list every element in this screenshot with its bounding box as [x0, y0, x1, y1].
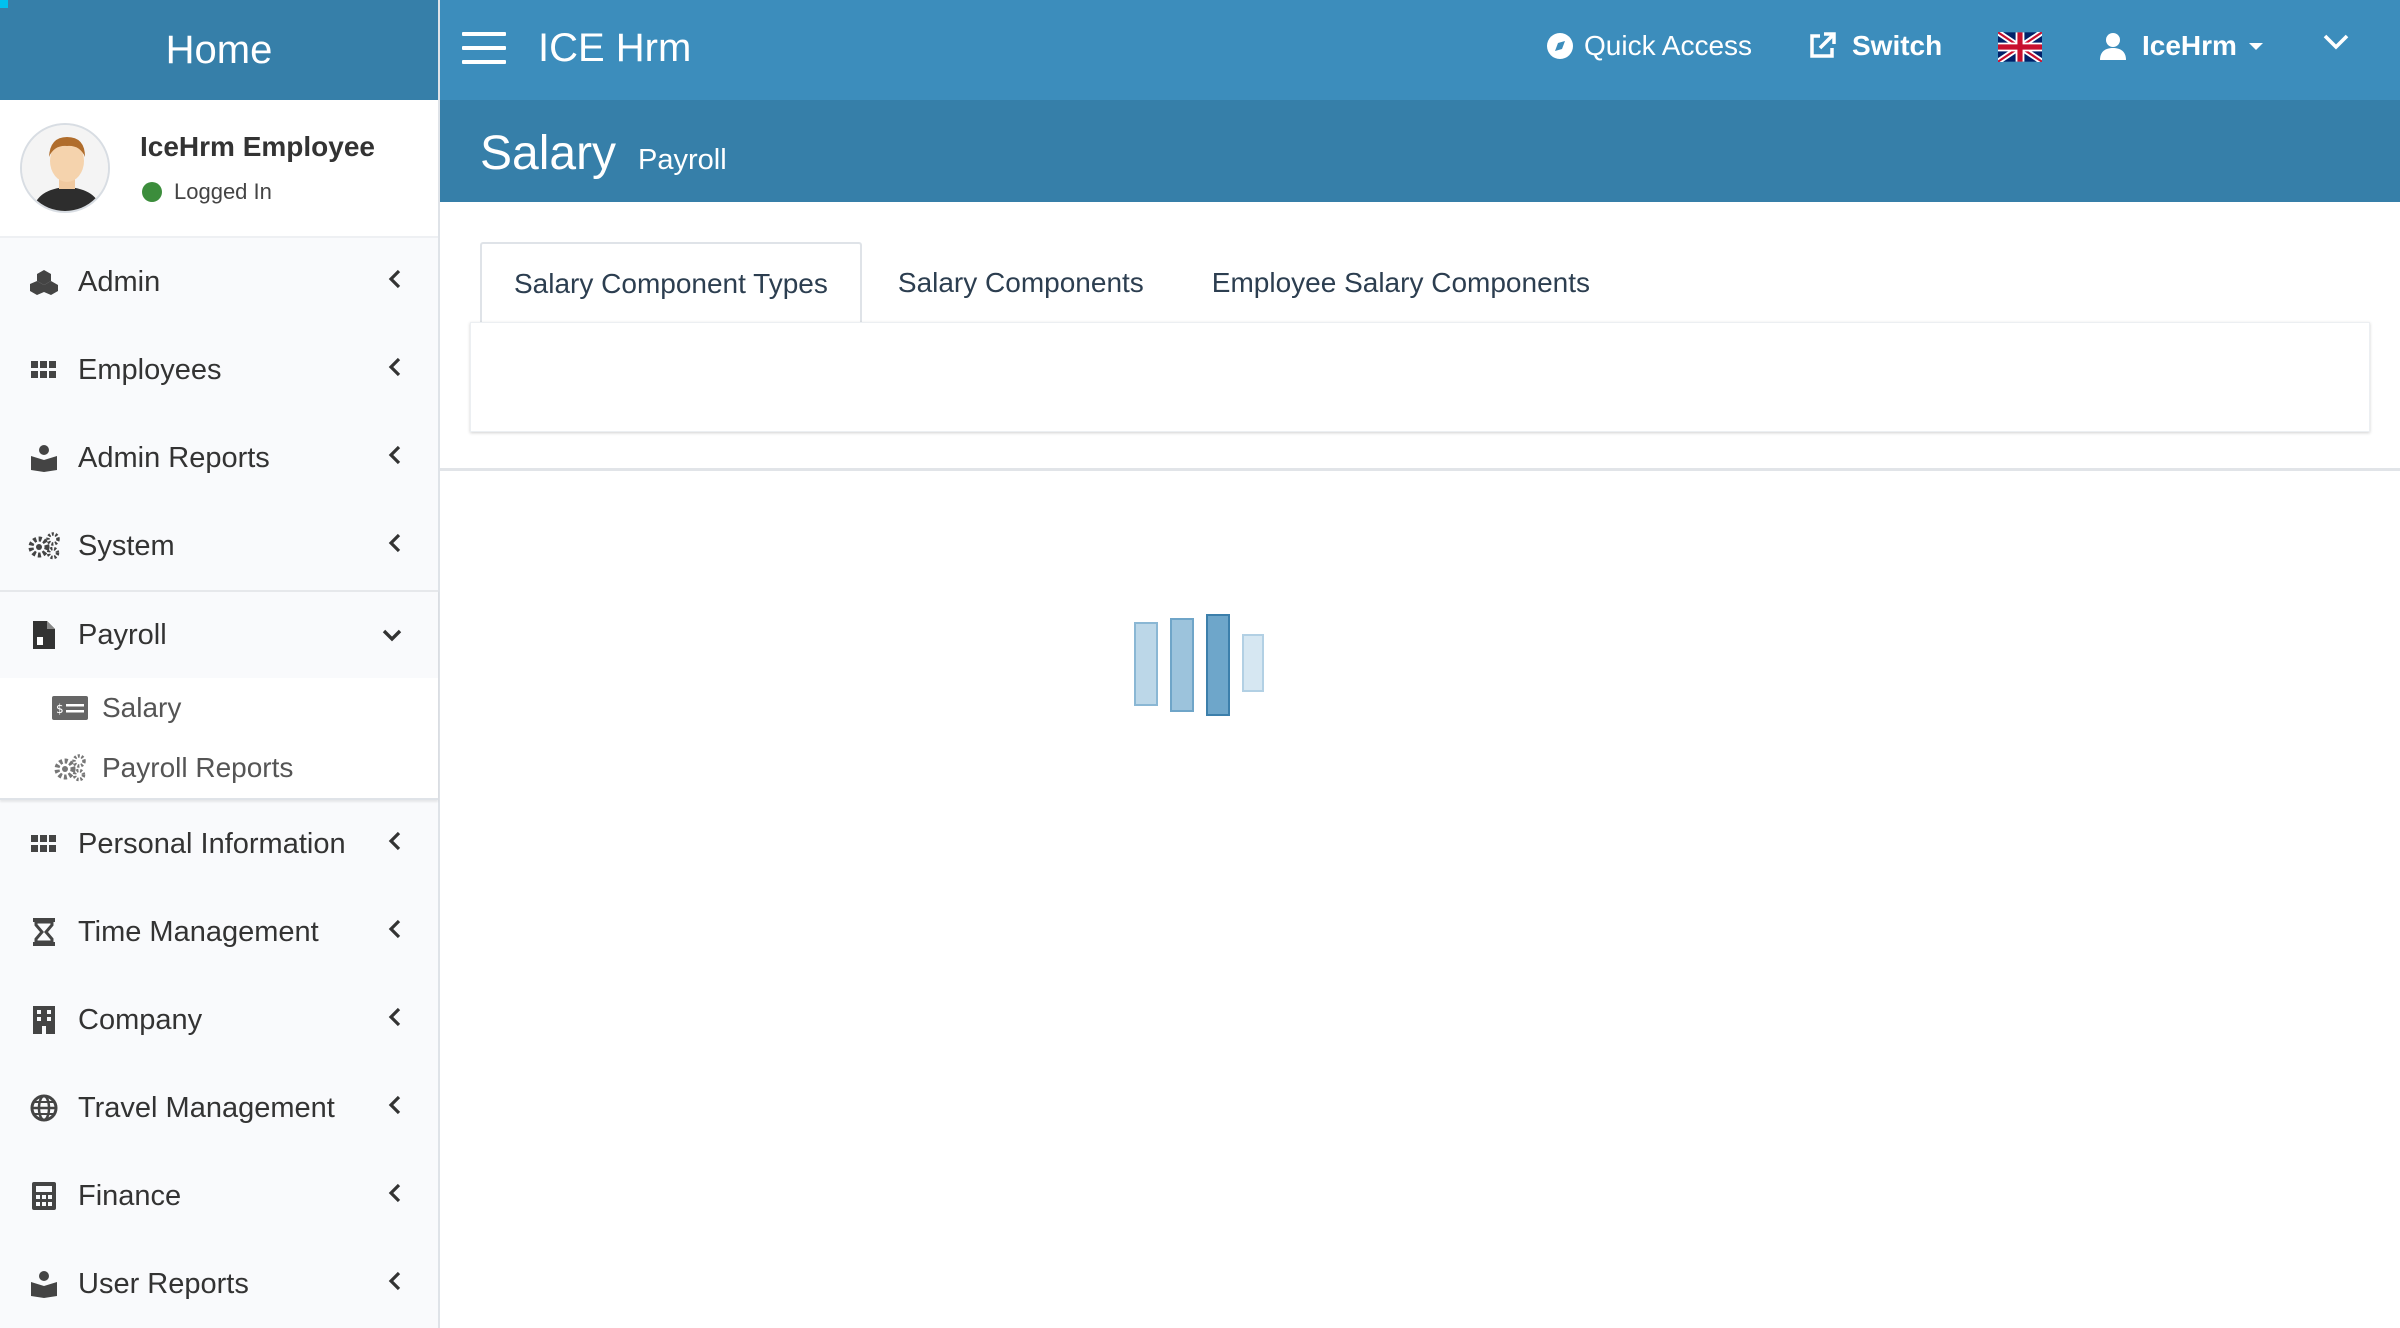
- sidebar-subitem-salary[interactable]: $ Salary: [0, 678, 438, 738]
- sidebar-item-label: Admin Reports: [78, 441, 270, 474]
- money-check-icon: $: [52, 693, 88, 723]
- grid-icon: [28, 828, 60, 860]
- quick-access-link[interactable]: Quick Access: [1546, 30, 1752, 62]
- sidebar-item-time-management[interactable]: Time Management: [0, 888, 438, 976]
- sidebar-item-admin-reports[interactable]: Admin Reports: [0, 414, 438, 502]
- chevron-left-icon: [388, 1270, 402, 1298]
- user-menu-dropdown[interactable]: IceHrm: [2100, 30, 2263, 62]
- sidebar-item-label: Employees: [78, 353, 222, 386]
- sidebar-item-system[interactable]: System: [0, 502, 438, 590]
- sidebar-item-label: System: [78, 529, 175, 562]
- user-panel: IceHrm Employee Logged In: [0, 100, 438, 238]
- grid-icon: [28, 354, 60, 386]
- compass-icon: [1546, 32, 1574, 60]
- tab-employee-salary-components[interactable]: Employee Salary Components: [1180, 242, 1622, 324]
- calculator-icon: [28, 1180, 60, 1212]
- sidebar-item-label: Finance: [78, 1179, 182, 1212]
- sidebar-item-admin[interactable]: Admin: [0, 238, 438, 326]
- sidebar-item-label: Company: [78, 1003, 203, 1036]
- chevron-left-icon: [388, 268, 402, 296]
- chevron-left-icon: [388, 356, 402, 384]
- app-title: ICE Hrm: [538, 26, 692, 70]
- sidebar-item-label: Admin: [78, 265, 161, 298]
- content-divider: [440, 468, 2400, 471]
- user-status-label: Logged In: [174, 179, 272, 204]
- sidebar-item-label: Travel Management: [78, 1091, 335, 1124]
- chevron-left-icon: [388, 1182, 402, 1210]
- chevron-left-icon: [388, 918, 402, 946]
- globe-icon: [28, 1092, 60, 1124]
- chevron-down-icon[interactable]: [2322, 32, 2350, 52]
- switch-link[interactable]: Switch: [1808, 30, 1942, 62]
- chevron-left-icon: [388, 444, 402, 472]
- sidebar-subitem-label: Salary: [102, 692, 182, 723]
- user-menu-label: IceHrm: [2142, 30, 2237, 61]
- svg-text:$: $: [56, 702, 64, 716]
- sidebar-item-company[interactable]: Company: [0, 976, 438, 1064]
- sidebar-subitem-label: Payroll Reports: [102, 752, 294, 783]
- sidebar-item-label: Personal Information: [78, 827, 346, 860]
- sidebar-item-personal-information[interactable]: Personal Information: [0, 800, 438, 888]
- cogs-icon: [28, 530, 60, 562]
- menu-toggle-icon[interactable]: [462, 32, 506, 68]
- status-online-icon: [142, 182, 162, 202]
- sidebar-item-employees[interactable]: Employees: [0, 326, 438, 414]
- sidebar-item-travel-management[interactable]: Travel Management: [0, 1064, 438, 1152]
- chevron-left-icon: [388, 1094, 402, 1122]
- chevron-left-icon: [388, 532, 402, 560]
- content-header: Salary Payroll: [440, 100, 2400, 202]
- building-icon: [28, 1004, 60, 1036]
- caret-down-icon: [2248, 41, 2263, 51]
- cubes-icon: [28, 266, 60, 298]
- tab-salary-components[interactable]: Salary Components: [866, 242, 1176, 324]
- sidebar-item-finance[interactable]: Finance: [0, 1152, 438, 1240]
- uk-flag-icon[interactable]: [1998, 32, 2042, 62]
- hourglass-icon: [28, 916, 60, 948]
- file-invoice-icon: [28, 619, 60, 651]
- sidebar-home-link[interactable]: Home: [0, 0, 438, 100]
- sidebar: Home IceHrm Employee Logged In Admin Emp…: [0, 0, 440, 1328]
- loader-bar: [1170, 618, 1194, 712]
- tab-bar: Salary Component Types Salary Components…: [480, 242, 1622, 324]
- user-status: Logged In: [140, 179, 375, 205]
- loader-bar: [1242, 634, 1264, 692]
- chevron-left-icon: [388, 830, 402, 858]
- cogs-icon: [52, 753, 88, 783]
- book-reader-icon: [28, 442, 60, 474]
- user-info: IceHrm Employee Logged In: [140, 131, 375, 205]
- sidebar-menu: Admin Employees Admin Reports System Pay…: [0, 238, 438, 1328]
- page-subtitle: Payroll: [638, 144, 727, 176]
- sidebar-item-user-reports[interactable]: User Reports: [0, 1240, 438, 1328]
- switch-label: Switch: [1852, 30, 1943, 61]
- top-navbar: ICE Hrm Quick Access Switch IceHrm: [440, 0, 2400, 100]
- sidebar-item-label: Payroll: [78, 618, 167, 651]
- avatar: [20, 123, 110, 213]
- quick-access-label: Quick Access: [1584, 30, 1753, 61]
- sidebar-item-label: User Reports: [78, 1267, 249, 1300]
- chevron-left-icon: [388, 1006, 402, 1034]
- sidebar-item-payroll[interactable]: Payroll: [0, 590, 438, 678]
- external-link-icon: [1808, 32, 1836, 60]
- payroll-group: Payroll $ Salary Payroll Reports: [0, 590, 438, 800]
- book-reader-icon: [28, 1268, 60, 1300]
- user-name: IceHrm Employee: [140, 131, 375, 162]
- loader-bar: [1134, 622, 1158, 706]
- loading-spinner-icon: [1134, 612, 1264, 716]
- user-icon: [2100, 32, 2126, 60]
- tab-content-panel: [470, 322, 2370, 432]
- page-title: Salary: [480, 127, 617, 180]
- tab-salary-component-types[interactable]: Salary Component Types: [480, 242, 862, 324]
- sidebar-subitem-payroll-reports[interactable]: Payroll Reports: [0, 738, 438, 798]
- chevron-down-icon: [382, 621, 402, 649]
- loader-bar: [1206, 614, 1230, 716]
- sidebar-item-label: Time Management: [78, 915, 319, 948]
